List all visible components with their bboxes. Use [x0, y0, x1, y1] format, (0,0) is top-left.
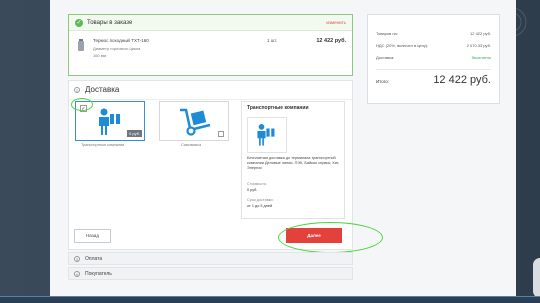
summary-delivery-label: Доставка:: [376, 55, 395, 60]
product-price: 12 422 руб.: [316, 38, 346, 44]
summary-vat-label: НДС (20%, включен в цену):: [376, 43, 429, 48]
delivery-option-price: 0 руб.: [127, 130, 142, 137]
product-quantity: 1 шт.: [267, 38, 278, 43]
step-number: 4: [74, 270, 80, 277]
delivery-option-pickup[interactable]: [159, 101, 229, 141]
summary-vat-row: НДС (20%, включен в цену): 2 070.33 руб.: [376, 43, 491, 48]
summary-total-value: 12 422 руб.: [433, 74, 491, 86]
summary-divider: [376, 69, 491, 70]
order-items-title: Товары в заказе: [87, 19, 133, 26]
product-details: Диаметр горлового цикла 160 мм: [93, 45, 140, 59]
back-button[interactable]: Назад: [74, 229, 111, 243]
order-items-card: ✓ Товары в заказе изменить Термос походн…: [68, 14, 353, 76]
edit-order-link[interactable]: изменить: [326, 20, 346, 25]
highlight-ring: [278, 222, 383, 253]
summary-goods-label: Товаров на:: [376, 31, 398, 36]
summary-goods-row: Товаров на: 12 422 руб.: [376, 31, 491, 36]
buyer-section-label: Покупатель: [85, 270, 112, 277]
courier-icon: [99, 108, 120, 135]
order-summary: Товаров на: 12 422 руб. НДС (20%, включе…: [367, 14, 500, 104]
delivery-cost-label: Стоимость:: [247, 182, 268, 186]
divider: [69, 99, 352, 100]
step-number: 3: [74, 255, 80, 262]
thermos-icon: [78, 39, 84, 51]
footer-bar: [0, 296, 540, 303]
buyer-section[interactable]: 4 Покупатель: [68, 267, 353, 280]
summary-goods-value: 12 422 руб.: [470, 31, 491, 36]
product-name[interactable]: Термос походный ТХТ-160: [93, 38, 149, 43]
summary-delivery-value: бесплатно: [471, 55, 491, 60]
order-item-row: Термос походный ТХТ-160 Диаметр горловог…: [69, 31, 352, 75]
payment-section[interactable]: 3 Оплата: [68, 252, 353, 265]
payment-section-label: Оплата: [85, 255, 103, 262]
order-items-header: ✓ Товары в заказе изменить: [69, 15, 352, 31]
delivery-term-label: Срок доставки:: [247, 198, 274, 202]
delivery-option-label: Транспортные компании: [81, 143, 125, 147]
delivery-cost-value: 0 руб.: [247, 188, 258, 192]
summary-total-row: Итого: 12 422 руб.: [376, 74, 491, 86]
delivery-info-image: [247, 117, 287, 153]
product-detail-line: Диаметр горлового цикла: [93, 46, 141, 51]
delivery-header: 2 Доставка: [74, 85, 119, 94]
delivery-title: Доставка: [85, 85, 120, 94]
delivery-info-panel: Транспортные компании Бесплатная доставк…: [241, 101, 345, 219]
step-number: 2: [74, 86, 80, 93]
summary-total-label: Итого:: [376, 79, 390, 84]
delivery-option-label: Самовывоз: [181, 143, 202, 147]
hand-truck-icon: [180, 108, 211, 136]
delivery-info-title: Транспортные компании: [247, 105, 309, 111]
delivery-info-description: Бесплатная доставка до терминала транспо…: [247, 156, 340, 171]
product-detail-line: 160 мм: [93, 53, 107, 58]
edge-widget[interactable]: [533, 258, 540, 298]
summary-vat-value: 2 070.33 руб.: [466, 43, 491, 48]
delivery-term-value: от 1 до 5 дней: [247, 204, 273, 208]
courier-icon: [257, 124, 275, 146]
summary-delivery-row: Доставка: бесплатно: [376, 55, 491, 60]
delivery-option-checkbox[interactable]: [218, 131, 224, 137]
check-icon: ✓: [75, 18, 83, 27]
highlight-ring: [71, 98, 93, 111]
